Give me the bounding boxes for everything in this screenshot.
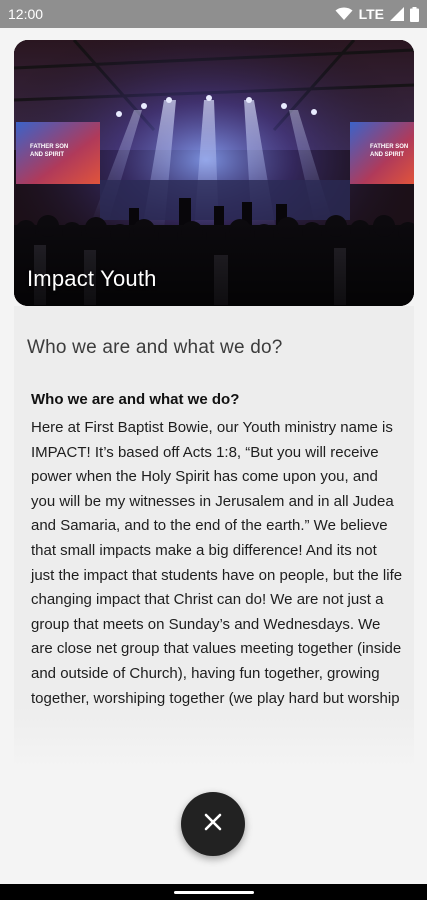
content-fade [14,706,414,766]
body-text: Here at First Baptist Bowie, our Youth m… [31,419,403,707]
status-icons: LTE [335,6,419,22]
body-heading: Who we are and what we do? [31,391,240,408]
status-bar: 12:00 LTE [0,0,427,28]
section-subtitle: Who we are and what we do? [27,337,283,358]
card-title: Impact Youth [27,266,157,291]
signal-icon [390,7,404,21]
battery-icon [410,6,419,22]
status-time: 12:00 [8,6,44,22]
svg-text:FATHER SON: FATHER SON [30,144,68,150]
home-indicator[interactable] [174,891,254,894]
svg-text:FATHER SON: FATHER SON [370,144,408,150]
content-panel[interactable]: Who we are and what we do? Who we are an… [14,306,414,766]
close-button[interactable] [181,792,245,856]
svg-text:AND SPIRIT: AND SPIRIT [370,152,404,158]
wifi-icon [335,7,353,21]
hero-card: FATHER SON AND SPIRIT FATHER SON AND SPIRI… [14,40,414,306]
close-icon [203,812,223,837]
network-type: LTE [358,6,384,22]
svg-text:AND SPIRIT: AND SPIRIT [30,152,64,158]
navigation-bar [0,884,427,900]
